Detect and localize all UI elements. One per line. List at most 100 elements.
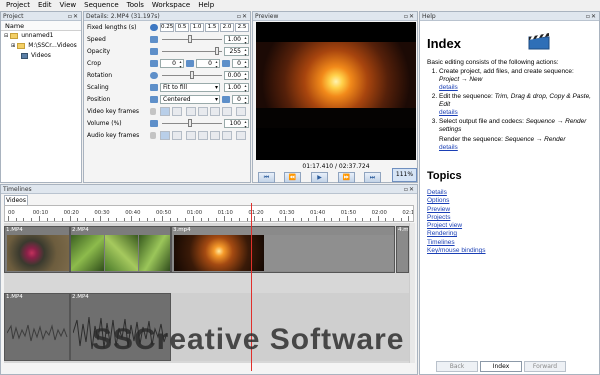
audio-kf-next-button[interactable]: [210, 131, 220, 140]
fast-forward-button[interactable]: ⏩: [338, 172, 355, 183]
volume-row: Volume (%) 100: [84, 118, 250, 129]
rotation-spinbox[interactable]: 0.00: [224, 71, 249, 81]
ruler-tick-label: 01:40: [310, 210, 326, 216]
topic-link-details[interactable]: Details: [427, 189, 486, 197]
speed-slider[interactable]: [162, 39, 222, 40]
speed-slider-thumb[interactable]: [188, 35, 192, 43]
topic-link-options[interactable]: Options: [427, 197, 486, 205]
back-button[interactable]: Back: [436, 361, 478, 372]
details-link[interactable]: details: [439, 109, 595, 117]
clip-name: 3.mp4: [173, 227, 191, 233]
audio-kf-last-button[interactable]: [222, 131, 232, 140]
help-intro: Basic editing consists of the following …: [427, 59, 559, 66]
opacity-spinbox[interactable]: 255: [224, 47, 249, 57]
tab-videos[interactable]: Videos: [4, 195, 28, 205]
video-clip[interactable]: 1.MP4: [4, 226, 70, 273]
go-to-start-button[interactable]: ⏮: [258, 172, 275, 183]
go-to-end-button[interactable]: ⏭: [364, 172, 381, 183]
menu-workspace[interactable]: Workspace: [148, 0, 194, 11]
kf-add-button[interactable]: [160, 107, 170, 116]
kf-next-button[interactable]: [210, 107, 220, 116]
ruler-tick: [377, 216, 379, 221]
clip-name: 2.MP4: [72, 227, 89, 233]
length-2.0-button[interactable]: 2.0: [220, 23, 234, 32]
ruler-tick: [362, 218, 364, 221]
audio-kf-prev-button[interactable]: [198, 131, 208, 140]
panel-float-close-icon[interactable]: ▫✕: [404, 185, 415, 194]
project-name-column-header[interactable]: Name: [1, 21, 81, 31]
kf-remove-button[interactable]: [172, 107, 182, 116]
video-clip[interactable]: 2.MP4: [70, 226, 171, 273]
forward-button[interactable]: Forward: [524, 361, 566, 372]
ruler-tick: [15, 218, 17, 221]
audio-kf-remove-button[interactable]: [172, 131, 182, 140]
video-clip[interactable]: 3.mp4: [171, 226, 395, 273]
index-button[interactable]: Index: [480, 361, 522, 372]
collapse-icon[interactable]: ⊟: [4, 31, 8, 41]
length-2.5-button[interactable]: 2.5: [235, 23, 249, 32]
crop-label: Crop: [87, 60, 102, 67]
position-spinbox[interactable]: 0: [232, 95, 249, 105]
audio-clip[interactable]: 1.MP4: [4, 293, 70, 361]
topic-link-rendering[interactable]: Rendering: [427, 230, 486, 238]
kf-reset-button[interactable]: [236, 107, 246, 116]
topic-link-preview[interactable]: Preview: [427, 206, 486, 214]
scaling-row: Scaling Fit to fill 1.00: [84, 82, 250, 93]
crop-side-spinbox[interactable]: 0: [232, 59, 249, 69]
menu-edit[interactable]: Edit: [34, 0, 56, 11]
tree-item-sequence[interactable]: Videos: [1, 51, 81, 61]
rewind-button[interactable]: ⏪: [284, 172, 301, 183]
menu-help[interactable]: Help: [194, 0, 218, 11]
topic-link-project-view[interactable]: Project view: [427, 222, 486, 230]
topic-link-timelines[interactable]: Timelines: [427, 239, 486, 247]
opacity-slider-thumb[interactable]: [215, 47, 219, 55]
ruler-tick: [339, 218, 341, 221]
tree-item-folder[interactable]: ⊞ M:\SSCr...Videos: [1, 41, 81, 51]
topic-link-key-mouse-bindings[interactable]: Key/mouse bindings: [427, 247, 486, 255]
details-link[interactable]: details: [439, 144, 595, 152]
expand-icon[interactable]: ⊞: [11, 41, 15, 51]
panel-float-close-icon[interactable]: ▫✕: [237, 12, 248, 21]
topic-link-projects[interactable]: Projects: [427, 214, 486, 222]
audio-key-frames-label: Audio key frames: [87, 132, 140, 139]
crop-top-spinbox[interactable]: 0: [196, 59, 220, 69]
menu-view[interactable]: View: [56, 0, 81, 11]
panel-float-close-icon[interactable]: ▫✕: [586, 12, 597, 21]
timeline-ruler[interactable]: 00 00:10 00:20 00:30 00:40 00:50 01:00 01:10 01:…: [4, 205, 414, 222]
position-link-icon[interactable]: [222, 96, 230, 103]
audio-kf-reset-button[interactable]: [236, 131, 246, 140]
length-0.5-button[interactable]: 0.5: [175, 23, 189, 32]
panel-float-close-icon[interactable]: ▫✕: [404, 12, 415, 21]
kf-prev-button[interactable]: [198, 107, 208, 116]
play-button[interactable]: ▶: [311, 172, 328, 183]
tree-item-project[interactable]: ⊟ unnamed1: [1, 31, 81, 41]
volume-spinbox[interactable]: 100: [224, 119, 249, 129]
menu-sequence[interactable]: Sequence: [80, 0, 123, 11]
opacity-slider[interactable]: [162, 51, 222, 52]
audio-kf-add-button[interactable]: [160, 131, 170, 140]
audio-kf-first-button[interactable]: [186, 131, 196, 140]
length-1.0-button[interactable]: 1.0: [190, 23, 204, 32]
position-mode-select[interactable]: Centered: [160, 95, 220, 104]
details-link[interactable]: details: [439, 84, 595, 92]
scaling-mode-select[interactable]: Fit to fill: [160, 83, 220, 92]
kf-first-button[interactable]: [186, 107, 196, 116]
project-panel: Project ▫✕ Name ⊟ unnamed1 ⊞ M:\SSCr...V…: [0, 11, 82, 183]
kf-last-button[interactable]: [222, 107, 232, 116]
panel-float-close-icon[interactable]: ▫✕: [68, 12, 79, 21]
menu-tools[interactable]: Tools: [123, 0, 148, 11]
speed-spinbox[interactable]: 1.00: [224, 35, 249, 45]
menu-project[interactable]: Project: [2, 0, 34, 11]
length-1.5-button[interactable]: 1.5: [205, 23, 219, 32]
volume-slider[interactable]: [162, 123, 222, 124]
ruler-tick: [239, 218, 240, 221]
zoom-button[interactable]: 111%: [392, 168, 417, 182]
timeline-vertical-scrollbar[interactable]: [409, 223, 415, 363]
length-0.25-button[interactable]: 0.25: [160, 23, 174, 32]
crop-bottom-spinbox[interactable]: 0: [160, 59, 184, 69]
scaling-spinbox[interactable]: 1.00: [224, 83, 249, 93]
ruler-tick: [400, 218, 402, 221]
volume-slider-thumb[interactable]: [188, 119, 192, 127]
rotation-slider-thumb[interactable]: [190, 71, 194, 79]
video-clip[interactable]: 4.m: [396, 226, 409, 273]
